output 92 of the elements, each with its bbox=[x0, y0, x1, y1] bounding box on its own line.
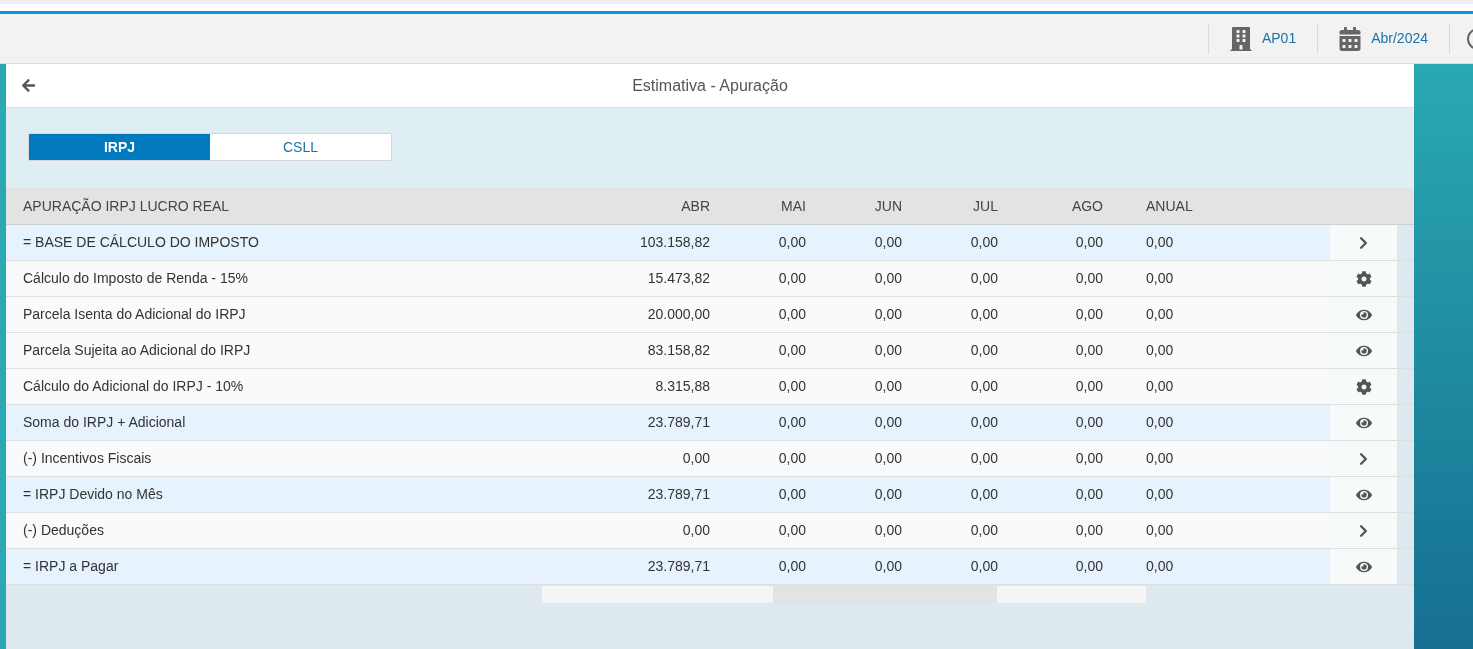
column-header: AGO bbox=[1071, 197, 1103, 214]
table-cell: 0,00 bbox=[874, 522, 902, 538]
tab[interactable]: IRPJ bbox=[29, 134, 210, 160]
row-label: = IRPJ Devido no Mês bbox=[23, 486, 163, 502]
table-cell: 0,00 bbox=[970, 486, 998, 502]
table-cell: 0,00 bbox=[778, 306, 806, 322]
table-cell: 0,00 bbox=[970, 306, 998, 322]
row-label: Soma do IRPJ + Adicional bbox=[23, 414, 186, 430]
table-cell: 0,00 bbox=[1075, 378, 1103, 394]
table-cell: 0,00 bbox=[1146, 342, 1174, 358]
table-cell: 0,00 bbox=[778, 414, 806, 430]
calendar-icon bbox=[1339, 26, 1362, 51]
table-cell: 15.473,82 bbox=[647, 270, 710, 286]
table-cell: 0,00 bbox=[1075, 306, 1103, 322]
table-cell: 0,00 bbox=[1146, 486, 1174, 502]
table-cell: 0,00 bbox=[970, 342, 998, 358]
table-cell: 0,00 bbox=[682, 450, 710, 466]
table-cell: 0,00 bbox=[1146, 522, 1174, 538]
table-cell: 0,00 bbox=[874, 558, 902, 574]
table-cell: 0,00 bbox=[1146, 378, 1174, 394]
row-label: (-) Incentivos Fiscais bbox=[23, 450, 152, 466]
table-cell: 0,00 bbox=[1146, 234, 1174, 250]
table-cell: 0,00 bbox=[1075, 234, 1103, 250]
column-header: ANUAL bbox=[1146, 197, 1193, 214]
table-cell: 0,00 bbox=[970, 414, 998, 430]
table-cell: 0,00 bbox=[778, 378, 806, 394]
table-cell: 0,00 bbox=[874, 342, 902, 358]
scrollbar-thumb[interactable] bbox=[773, 586, 997, 603]
column-header: ABR bbox=[681, 197, 710, 214]
chevron-icon[interactable] bbox=[1358, 235, 1369, 250]
table-cell: 0,00 bbox=[970, 270, 998, 286]
row-label: = BASE DE CÁLCULO DO IMPOSTO bbox=[23, 234, 259, 250]
table-cell: 0,00 bbox=[1146, 450, 1174, 466]
table-cell: 0,00 bbox=[970, 522, 998, 538]
table-cell: 0,00 bbox=[874, 414, 902, 430]
table-cell: 0,00 bbox=[1075, 522, 1103, 538]
tab[interactable]: CSLL bbox=[210, 134, 391, 160]
table-cell: 0,00 bbox=[1075, 450, 1103, 466]
table-cell: 8.315,88 bbox=[655, 378, 710, 394]
table-cell: 0,00 bbox=[778, 342, 806, 358]
table-cell: 0,00 bbox=[778, 558, 806, 574]
back-arrow-icon bbox=[19, 78, 37, 93]
table-cell: 0,00 bbox=[874, 486, 902, 502]
table-cell: 0,00 bbox=[682, 522, 710, 538]
back-button[interactable] bbox=[19, 76, 37, 95]
row-label: (-) Deduções bbox=[23, 522, 104, 538]
column-header: JUN bbox=[874, 197, 902, 214]
column-header: MAI bbox=[781, 197, 806, 214]
table-cell: 0,00 bbox=[1075, 270, 1103, 286]
column-header: JUL bbox=[973, 197, 998, 214]
table-cell: 0,00 bbox=[778, 234, 806, 250]
chevron-icon[interactable] bbox=[1358, 451, 1369, 466]
page-title: Estimativa - Apuração bbox=[632, 75, 788, 96]
table-cell: 0,00 bbox=[778, 522, 806, 538]
table-cell: 0,00 bbox=[874, 378, 902, 394]
column-header: APURAÇÃO IRPJ LUCRO REAL bbox=[23, 197, 230, 214]
table-cell: 103.158,82 bbox=[639, 234, 710, 250]
period-label[interactable]: Abr/2024 bbox=[1371, 28, 1428, 49]
row-label: Parcela Isenta do Adicional do IRPJ bbox=[23, 306, 246, 322]
row-label: Parcela Sujeita ao Adicional do IRPJ bbox=[23, 342, 251, 358]
table-cell: 0,00 bbox=[1075, 486, 1103, 502]
table-cell: 0,00 bbox=[1146, 414, 1174, 430]
table-cell: 23.789,71 bbox=[647, 558, 710, 574]
row-label: Cálculo do Imposto de Renda - 15% bbox=[23, 270, 248, 286]
building-icon bbox=[1229, 26, 1252, 51]
table-cell: 0,00 bbox=[1146, 306, 1174, 322]
table-cell: 0,00 bbox=[970, 558, 998, 574]
table-cell: 0,00 bbox=[778, 270, 806, 286]
company-code[interactable]: AP01 bbox=[1261, 28, 1297, 49]
table-cell: 0,00 bbox=[970, 450, 998, 466]
table-cell: 0,00 bbox=[778, 450, 806, 466]
table-cell: 0,00 bbox=[778, 486, 806, 502]
table-cell: 0,00 bbox=[1075, 414, 1103, 430]
table-cell: 0,00 bbox=[1075, 558, 1103, 574]
table-cell: 0,00 bbox=[874, 306, 902, 322]
table-cell: 83.158,82 bbox=[647, 342, 710, 358]
table-cell: 23.789,71 bbox=[647, 414, 710, 430]
table-cell: 0,00 bbox=[874, 234, 902, 250]
table-cell: 0,00 bbox=[1075, 342, 1103, 358]
table-cell: 0,00 bbox=[970, 378, 998, 394]
table-cell: 20.000,00 bbox=[647, 306, 710, 322]
table-cell: 0,00 bbox=[1146, 270, 1174, 286]
gear-icon[interactable] bbox=[1355, 378, 1372, 395]
chevron-icon[interactable] bbox=[1358, 523, 1369, 538]
row-label: = IRPJ a Pagar bbox=[23, 558, 119, 574]
table-cell: 0,00 bbox=[1146, 558, 1174, 574]
table-cell: 23.789,71 bbox=[647, 486, 710, 502]
table-cell: 0,00 bbox=[970, 234, 998, 250]
table-cell: 0,00 bbox=[874, 270, 902, 286]
row-label: Cálculo do Adicional do IRPJ - 10% bbox=[23, 378, 244, 394]
gear-icon[interactable] bbox=[1355, 270, 1372, 287]
table-cell: 0,00 bbox=[874, 450, 902, 466]
